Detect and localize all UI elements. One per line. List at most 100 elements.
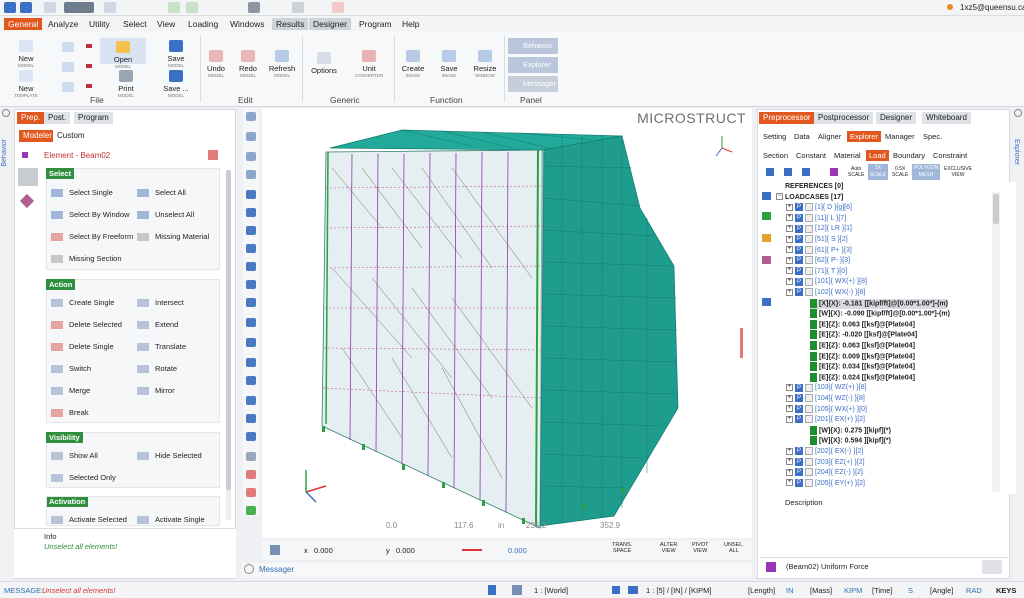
element-mode-button[interactable] xyxy=(18,168,38,186)
activate-selected-button[interactable]: Activate Selected xyxy=(49,514,127,525)
messager-panel-toggle[interactable]: Messager xyxy=(508,76,558,92)
chevron-down-icon[interactable] xyxy=(612,586,620,594)
menu-results[interactable]: Results xyxy=(272,18,309,30)
expand-toggle-icon[interactable]: − xyxy=(776,193,783,201)
load-side-icon[interactable] xyxy=(802,168,810,176)
tab-aligner[interactable]: Aligner xyxy=(815,131,844,142)
panel-pin-icon[interactable] xyxy=(208,150,218,160)
load-up-icon[interactable] xyxy=(766,168,774,176)
export-icon[interactable] xyxy=(62,82,74,92)
undo-icon[interactable] xyxy=(168,2,180,13)
expand-toggle-icon[interactable]: + xyxy=(786,288,793,296)
expand-toggle-icon[interactable]: + xyxy=(786,225,793,233)
edit-icon[interactable] xyxy=(762,256,771,264)
clip-icon[interactable] xyxy=(246,470,256,479)
scale-1x-button[interactable]: 1X SCALE xyxy=(868,164,888,180)
loadcase-row[interactable]: + P [62]{ P- }[3] xyxy=(786,256,850,266)
play-icon[interactable] xyxy=(64,2,94,13)
loadcase-row[interactable]: + P [104]{ WZ(-) }[8] xyxy=(786,394,865,404)
view-right-icon[interactable] xyxy=(246,262,256,271)
undo-button[interactable]: Undo MODEL xyxy=(202,50,230,78)
list-icon[interactable] xyxy=(830,168,838,176)
loadcase-row[interactable]: + P [71]{ T }[0] xyxy=(786,266,847,277)
load-row[interactable]: [E]{Z}: 0.063 [[ksf]@[Plate04] xyxy=(810,341,915,351)
search-icon[interactable] xyxy=(246,396,256,405)
run-forward-icon[interactable] xyxy=(104,2,116,13)
visibility-checkbox[interactable] xyxy=(805,266,813,275)
redo-button[interactable]: Redo MODEL xyxy=(234,50,262,78)
loadcase-row[interactable]: + P [105]{ WX(+) }[0] xyxy=(786,404,867,415)
apply-button[interactable] xyxy=(982,560,1002,574)
explorer-panel-toggle[interactable]: Explorer xyxy=(508,57,558,73)
reset-icon[interactable] xyxy=(246,488,256,497)
show-all-button[interactable]: Show All xyxy=(49,450,98,462)
merge-button[interactable]: Merge xyxy=(49,385,90,397)
selected-only-button[interactable]: Selected Only xyxy=(49,472,116,484)
visibility-checkbox[interactable] xyxy=(805,277,813,286)
mail-icon[interactable] xyxy=(332,2,344,13)
menu-view[interactable]: View xyxy=(153,18,179,30)
coordinate-system-icon[interactable] xyxy=(512,585,522,595)
load-row[interactable]: [E]{Z}: 0.024 [[ksf]@[Plate04] xyxy=(810,372,915,383)
exclusive-view-button[interactable]: EXCLUSIVE VIEW xyxy=(944,166,972,178)
extend-button[interactable]: Extend xyxy=(135,319,178,331)
loadcase-row[interactable]: + P [205]{ EY(+) }[2] xyxy=(786,478,865,489)
pivot-view-button[interactable]: PIVOT VIEW xyxy=(692,542,709,554)
menu-program[interactable]: Program xyxy=(355,18,396,30)
loadcase-row[interactable]: + P [1]{ D }[g][6] xyxy=(786,203,852,213)
zoom-in-icon[interactable] xyxy=(246,152,256,161)
tab-boundary[interactable]: Boundary xyxy=(890,150,928,161)
messager-bar[interactable]: Messager xyxy=(242,563,752,577)
zoom-fit-icon[interactable] xyxy=(246,132,256,141)
visibility-checkbox[interactable] xyxy=(805,447,813,456)
visibility-checkbox[interactable] xyxy=(805,468,813,477)
loadcase-row[interactable]: + P [202]{ EX(-) }[2] xyxy=(786,447,863,457)
zoom-window-icon[interactable] xyxy=(246,112,256,121)
mass-unit[interactable]: KIPM xyxy=(844,586,862,595)
loadcase-row[interactable]: + P [11]{ L }[7] xyxy=(786,213,846,224)
expand-icon[interactable] xyxy=(762,192,771,200)
save-image-button[interactable]: Save IMAGE xyxy=(434,50,464,78)
unit-converter-button[interactable]: Unit CONVERTER xyxy=(350,50,388,78)
visibility-checkbox[interactable] xyxy=(805,256,813,265)
pan-icon[interactable] xyxy=(246,432,256,441)
collapse-left-icon[interactable] xyxy=(2,109,10,117)
tab-setting[interactable]: Setting xyxy=(760,131,789,142)
load-row[interactable]: [X]{X}: -0.181 [[kipf/ft]@[0.00*1.00*]-(… xyxy=(810,298,948,309)
unselect-all-toggle[interactable]: UNSEL. ALL xyxy=(724,542,744,554)
visibility-checkbox[interactable] xyxy=(805,478,813,487)
world-selector[interactable]: 1 : [World] xyxy=(534,586,568,595)
new-template-button[interactable]: New TEMPLATE xyxy=(6,70,46,98)
print-model-button[interactable]: Print MODEL xyxy=(104,70,148,98)
expand-toggle-icon[interactable]: + xyxy=(786,415,793,423)
tab-post[interactable]: Post. xyxy=(44,112,71,124)
view-top-icon[interactable] xyxy=(246,280,256,289)
view-left-icon[interactable] xyxy=(246,244,256,253)
tab-explorer[interactable]: Explorer xyxy=(847,131,881,142)
collapse-right-icon[interactable] xyxy=(1014,109,1022,117)
print-icon[interactable] xyxy=(292,2,304,13)
expand-toggle-icon[interactable]: + xyxy=(786,267,793,275)
save-model-button[interactable]: Save MODEL xyxy=(158,40,194,68)
lighting-icon[interactable] xyxy=(246,506,256,515)
x-coordinate[interactable]: 0.000 xyxy=(314,546,333,555)
visibility-checkbox[interactable] xyxy=(805,213,813,222)
load-row[interactable]: [E]{Z}: 0.063 [[ksf]@[Plate04] xyxy=(810,319,915,330)
vertical-arrows-icon[interactable] xyxy=(488,585,496,595)
loadcase-row[interactable]: + P [204]{ EZ(-) }[2] xyxy=(786,468,863,478)
run-back-icon[interactable] xyxy=(44,2,56,13)
tab-modeler[interactable]: Modeler xyxy=(19,130,56,142)
render-icon[interactable] xyxy=(246,452,256,461)
length-unit[interactable]: IN xyxy=(786,586,794,595)
loadcase-row[interactable]: + P [51]{ S }[2] xyxy=(786,235,848,245)
select-by-freeform-button[interactable]: Select By Freeform xyxy=(49,231,133,243)
dropdown-icon[interactable] xyxy=(86,64,92,68)
settings-icon[interactable] xyxy=(762,234,771,242)
model-viewport[interactable]: MICROSTRUCT 0.0 117.6 in 235.2 352.9 xyxy=(262,108,752,538)
expand-toggle-icon[interactable]: + xyxy=(786,458,793,466)
view-front-icon[interactable] xyxy=(246,208,256,217)
unit-system-icon[interactable] xyxy=(628,586,638,594)
add-icon[interactable] xyxy=(762,212,771,220)
tree-group-row[interactable]: REFERENCES [0] xyxy=(776,182,843,192)
select-icon[interactable] xyxy=(248,2,260,13)
